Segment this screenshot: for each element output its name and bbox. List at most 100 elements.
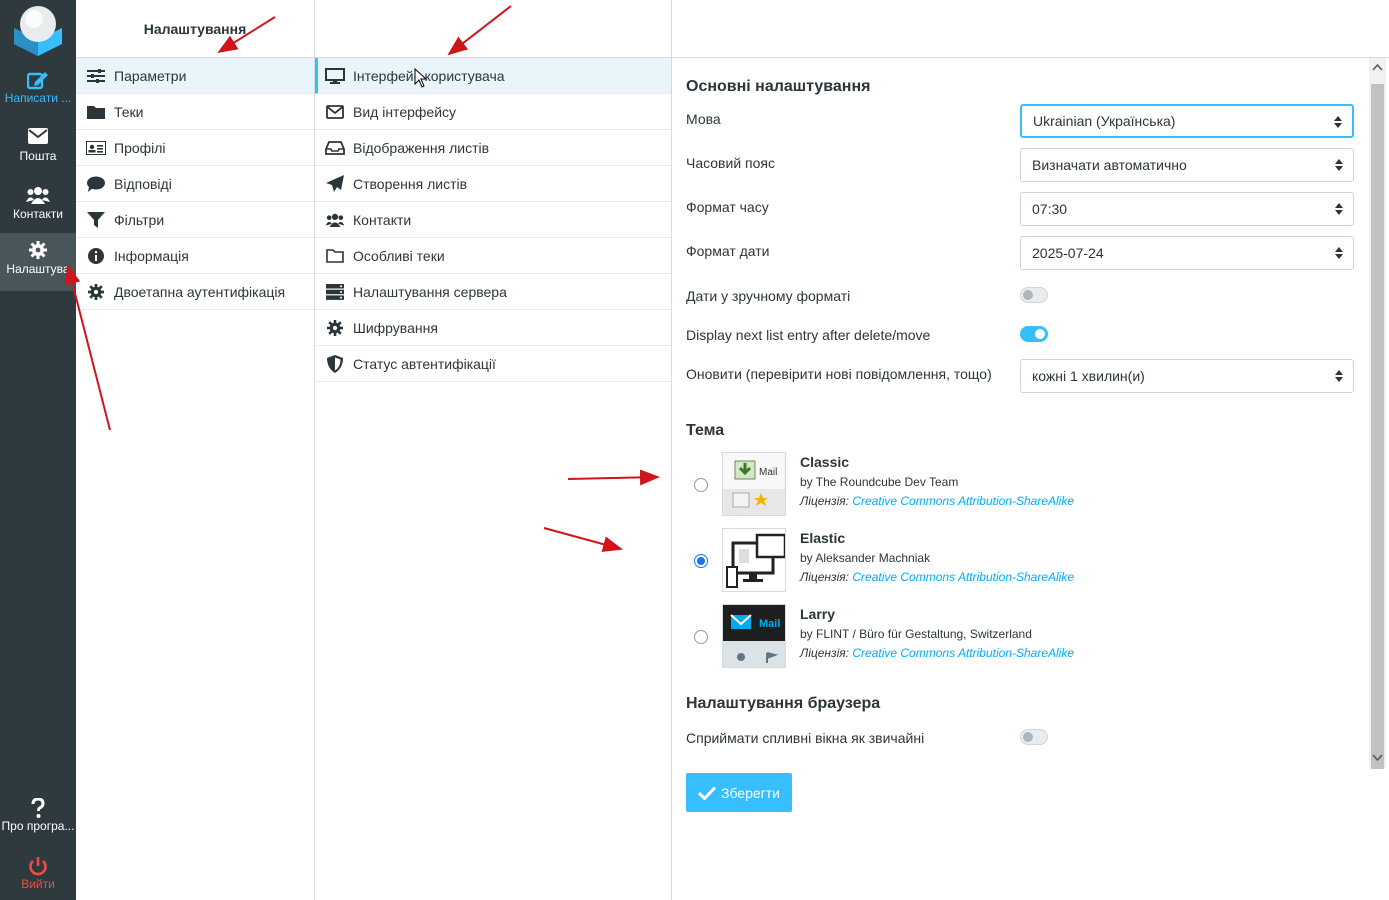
scrollbar-thumb[interactable] xyxy=(1371,84,1384,769)
pref-item-auth-status[interactable]: Статус автентифікації xyxy=(315,346,671,382)
timezone-row: Часовий пояс Визначати автоматично xyxy=(686,148,1354,182)
pref-item-label: Статус автентифікації xyxy=(353,355,496,372)
contacts-label: Контакти xyxy=(13,207,63,221)
pref-item-label: Контакти xyxy=(353,211,412,228)
theme-option-classic[interactable]: Mail Classic by The Roundcube Dev Team Л… xyxy=(686,452,1354,518)
section-item-label: Параметри xyxy=(114,67,187,84)
theme-name: Larry xyxy=(800,606,836,622)
frame-header xyxy=(672,0,1389,58)
section-item-2fa[interactable]: Двоетапна аутентифікація xyxy=(76,274,314,310)
license-link[interactable]: Creative Commons Attribution-ShareAlike xyxy=(852,646,1074,660)
timezone-select[interactable]: Визначати автоматично xyxy=(1020,148,1354,182)
pref-item-addressbook[interactable]: Контакти xyxy=(315,202,671,238)
general-settings-form: Основні налаштування Мова Ukrainian (Укр… xyxy=(672,58,1369,768)
id-card-icon xyxy=(86,139,106,157)
contacts-button[interactable]: Контакти xyxy=(0,178,76,236)
dateformat-value: 2025-07-24 xyxy=(1032,245,1104,261)
select-caret-icon xyxy=(1335,247,1343,259)
dateformat-row: Формат дати 2025-07-24 xyxy=(686,236,1354,270)
section-item-label: Двоетапна аутентифікація xyxy=(114,283,286,300)
theme-name: Elastic xyxy=(800,530,846,546)
license-link[interactable]: Creative Commons Attribution-ShareAlike xyxy=(852,570,1074,584)
save-button[interactable]: Зберегти xyxy=(686,773,792,812)
nextentry-label: Display next list entry after delete/mov… xyxy=(686,327,931,343)
theme-radio-classic[interactable] xyxy=(694,478,708,492)
save-label: Зберегти xyxy=(720,784,780,801)
section-item-responses[interactable]: Відповіді xyxy=(76,166,314,202)
section-item-identities[interactable]: Профілі xyxy=(76,130,314,166)
section-title-browser: Налаштування браузера xyxy=(686,695,881,712)
timeformat-select[interactable]: 07:30 xyxy=(1020,192,1354,226)
theme-author: by The Roundcube Dev Team xyxy=(800,475,959,489)
pref-item-label: Налаштування сервера xyxy=(353,283,507,300)
filter-icon xyxy=(86,211,106,229)
info-icon xyxy=(86,247,106,265)
pref-item-server[interactable]: Налаштування сервера xyxy=(315,274,671,310)
popups-toggle[interactable] xyxy=(1020,729,1048,745)
timezone-label: Часовий пояс xyxy=(686,155,775,171)
sliders-icon xyxy=(86,67,106,85)
settings-sections-panel: Налаштування Параметри Теки Профілі Відп… xyxy=(76,0,315,900)
pref-item-special-folders[interactable]: Особливі теки xyxy=(315,238,671,274)
theme-license: Ліцензія: Creative Commons Attribution-S… xyxy=(800,646,1074,660)
language-label: Мова xyxy=(686,111,721,127)
logout-label: Вийти xyxy=(21,877,55,891)
mail-button[interactable]: Пошта xyxy=(0,120,76,178)
scroll-down-icon[interactable] xyxy=(1372,753,1383,763)
theme-thumbnail-elastic xyxy=(722,528,786,592)
paper-plane-icon xyxy=(325,174,345,193)
envelope-icon xyxy=(0,120,76,146)
select-caret-icon xyxy=(1335,203,1343,215)
select-caret-icon xyxy=(1334,116,1342,128)
theme-license: Ліцензія: Creative Commons Attribution-S… xyxy=(800,570,1074,584)
pref-item-encryption[interactable]: Шифрування xyxy=(315,310,671,346)
theme-radio-elastic[interactable] xyxy=(694,554,708,568)
settings-button[interactable]: Налаштува xyxy=(0,233,76,291)
pref-item-compose[interactable]: Створення листів xyxy=(315,166,671,202)
scroll-up-icon[interactable] xyxy=(1372,62,1383,72)
section-item-label: Відповіді xyxy=(114,175,172,192)
mouse-cursor-icon xyxy=(414,68,428,88)
timeformat-label: Формат часу xyxy=(686,199,769,215)
dateformat-select[interactable]: 2025-07-24 xyxy=(1020,236,1354,270)
theme-license: Ліцензія: Creative Commons Attribution-S… xyxy=(800,494,1074,508)
pref-item-general[interactable]: Інтерфейс користувача xyxy=(315,58,671,94)
compose-icon xyxy=(0,62,76,90)
prettydate-toggle[interactable] xyxy=(1020,287,1048,303)
nextentry-toggle[interactable] xyxy=(1020,326,1048,342)
pref-item-message-display[interactable]: Відображення листів xyxy=(315,130,671,166)
popups-row: Сприймати спливні вікна як звичайні xyxy=(686,728,1354,748)
section-item-preferences[interactable]: Параметри xyxy=(76,58,314,94)
license-prefix: Ліцензія: xyxy=(800,494,850,508)
gear-icon xyxy=(0,233,76,259)
section-item-folders[interactable]: Теки xyxy=(76,94,314,130)
theme-author: by Aleksander Machniak xyxy=(800,551,931,565)
refresh-row: Оновити (перевірити нові повідомлення, т… xyxy=(686,359,1354,393)
pref-item-label: Шифрування xyxy=(353,319,438,336)
users-icon xyxy=(0,178,76,204)
pref-item-mailbox-view[interactable]: Вид інтерфейсу xyxy=(315,94,671,130)
folder-icon xyxy=(86,103,106,121)
roundcube-logo xyxy=(14,6,62,56)
compose-button[interactable]: Написати ... xyxy=(0,62,76,120)
section-item-about[interactable]: Інформація xyxy=(76,238,314,274)
folder-open-icon xyxy=(325,247,345,265)
mail-label: Пошта xyxy=(19,149,57,163)
select-caret-icon xyxy=(1335,159,1343,171)
section-item-filters[interactable]: Фільтри xyxy=(76,202,314,238)
thumb-text: Mail xyxy=(759,618,780,630)
refresh-select[interactable]: кожні 1 хвилин(и) xyxy=(1020,359,1354,393)
about-button[interactable]: Про програ... xyxy=(0,790,76,848)
theme-radio-larry[interactable] xyxy=(694,630,708,644)
language-value: Ukrainian (Українська) xyxy=(1033,113,1176,129)
theme-option-larry[interactable]: Mail Larry by FLINT / Büro für Gestaltun… xyxy=(686,604,1354,670)
content-scrollbar[interactable] xyxy=(1369,58,1386,769)
preferences-header xyxy=(315,0,671,58)
language-select[interactable]: Ukrainian (Українська) xyxy=(1020,104,1354,138)
gear-icon xyxy=(325,319,345,337)
theme-thumbnail-classic: Mail xyxy=(722,452,786,516)
theme-option-elastic[interactable]: Elastic by Aleksander Machniak Ліцензія:… xyxy=(686,528,1354,594)
logout-button[interactable]: Вийти xyxy=(0,848,76,900)
pref-item-label: Створення листів xyxy=(353,175,468,192)
license-link[interactable]: Creative Commons Attribution-ShareAlike xyxy=(852,494,1074,508)
